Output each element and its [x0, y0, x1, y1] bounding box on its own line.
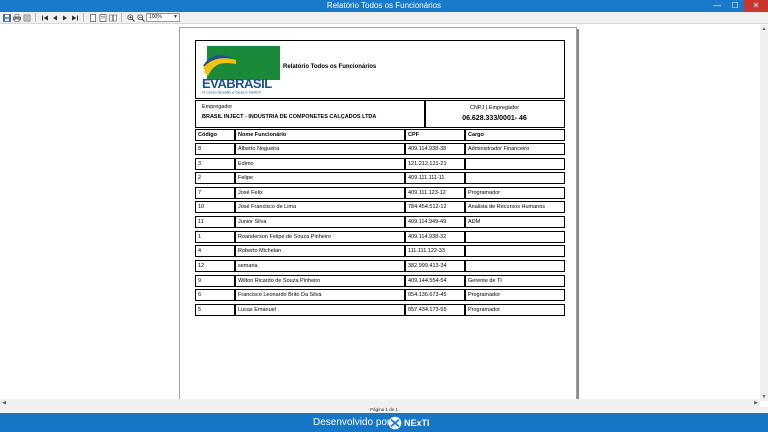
developed-by-text: Desenvolvido por	[313, 417, 391, 428]
footer-banner: Desenvolvido por NExTI	[0, 413, 768, 432]
employer-label: Empregador	[202, 104, 233, 110]
table-cell: Junior Silva	[235, 216, 405, 228]
scroll-down-icon[interactable]: ▼	[760, 393, 768, 401]
save-icon[interactable]	[2, 13, 11, 22]
report-page: EVABRASIL O nosso desafio é fazer o melh…	[179, 27, 577, 405]
company-logo: EVABRASIL O nosso desafio é fazer o melh…	[200, 46, 280, 95]
table-cell: 4	[195, 245, 235, 257]
window-title: Relatório Todos os Funcionários	[326, 1, 442, 10]
table-cell: Programador	[465, 289, 565, 301]
cnpj-value: 06.628.333/0001- 46	[462, 115, 527, 122]
column-header: Cargo	[465, 129, 565, 141]
table-cell: Felipe	[235, 172, 405, 184]
table-cell	[465, 231, 565, 243]
column-header: CPF	[405, 129, 465, 141]
table-cell: semaria	[235, 260, 405, 272]
zoom-select[interactable]: 100% ▼	[146, 13, 180, 22]
table-cell: 12	[195, 260, 235, 272]
table-cell: 054.136.673-45	[405, 289, 465, 301]
table-cell: 5	[195, 304, 235, 316]
cnpj-label: CNPJ | Empregador	[469, 105, 520, 111]
toolbar-separator	[121, 13, 122, 22]
table-cell: 1	[195, 231, 235, 243]
table-cell	[465, 158, 565, 170]
svg-text:O nosso desafio é fazer o melh: O nosso desafio é fazer o melhor	[202, 90, 262, 95]
zoom-out-icon[interactable]	[136, 13, 145, 22]
employer-box: Empregador BRASIL INJECT - INDUSTRIA DE …	[195, 100, 565, 128]
table-cell: 409.114.938-32	[405, 231, 465, 243]
zoom-in-icon[interactable]	[126, 13, 135, 22]
employer-name: BRASIL INJECT - INDUSTRIA DE COMPONETES …	[202, 114, 377, 120]
table-cell: 8	[195, 143, 235, 155]
nexti-logo: NExTI	[388, 415, 430, 430]
maximize-button[interactable]: ☐	[726, 0, 744, 12]
next-page-icon[interactable]	[60, 13, 69, 22]
toolbar-separator	[35, 13, 36, 22]
table-cell: 409.114.949-49	[405, 216, 465, 228]
table-cell: Administrador Financeiro	[465, 143, 565, 155]
nexti-icon	[388, 416, 402, 429]
nexti-brand: NExTI	[404, 417, 430, 428]
previous-page-icon[interactable]	[50, 13, 59, 22]
window-controls: — ☐ ✕	[708, 0, 768, 12]
multi-page-icon[interactable]	[108, 13, 117, 22]
table-cell: 10	[195, 201, 235, 213]
table-cell: 3	[195, 158, 235, 170]
scroll-right-icon[interactable]: ▶	[752, 399, 760, 407]
zoom-value: 100%	[149, 14, 162, 20]
table-cell: Programador	[465, 187, 565, 199]
column-header: Código	[195, 129, 235, 141]
table-cell: 111.111.122-33	[405, 245, 465, 257]
page-width-icon[interactable]	[98, 13, 107, 22]
column-header: Nome Funcionário	[235, 129, 405, 141]
table-cell: Francisco Leonardo Brito Da Silva	[235, 289, 405, 301]
table-cell: Gerente de TI	[465, 275, 565, 287]
table-cell: Analista de Recursos Humanos	[465, 201, 565, 213]
first-page-icon[interactable]	[40, 13, 49, 22]
scroll-left-icon[interactable]: ◀	[0, 399, 8, 407]
table-cell: Wilton Ricardo de Souza Pinheiro	[235, 275, 405, 287]
report-header: EVABRASIL O nosso desafio é fazer o melh…	[195, 40, 565, 99]
table-cell: Roanderson Felipe de Souza Pinheiro	[235, 231, 405, 243]
chevron-down-icon: ▼	[173, 14, 178, 20]
report-title: Relatório Todos os Funcionários	[283, 64, 377, 70]
table-cell: Programador	[465, 304, 565, 316]
report-viewer: EVABRASIL O nosso desafio é fazer o melh…	[0, 25, 768, 408]
table-cell: ADM	[465, 216, 565, 228]
table-cell	[465, 260, 565, 272]
title-bar: Relatório Todos os Funcionários — ☐ ✕	[0, 0, 768, 12]
table-cell: 11	[195, 216, 235, 228]
table-cell: Edimo	[235, 158, 405, 170]
table-cell: José Francisco de Lima	[235, 201, 405, 213]
table-cell: Roberto Michelan	[235, 245, 405, 257]
table-cell	[465, 245, 565, 257]
table-cell: 121.212.121-21	[405, 158, 465, 170]
table-cell: 7	[195, 187, 235, 199]
toolbar-separator	[83, 13, 84, 22]
vertical-scrollbar[interactable]: ▲ ▼	[760, 25, 768, 401]
last-page-icon[interactable]	[70, 13, 79, 22]
table-cell: 409.111.123-12	[405, 187, 465, 199]
table-cell	[465, 172, 565, 184]
table-cell: Lucas Emanuel	[235, 304, 405, 316]
table-cell: 409.144.554-54	[405, 275, 465, 287]
scroll-up-icon[interactable]: ▲	[760, 25, 768, 33]
table-cell: 6	[195, 289, 235, 301]
table-cell: 382.999.413-34	[405, 260, 465, 272]
table-cell: 409.111.111-11	[405, 172, 465, 184]
close-button[interactable]: ✕	[744, 0, 768, 12]
table-cell: Alberto Nogueira	[235, 143, 405, 155]
minimize-button[interactable]: —	[708, 0, 726, 12]
single-page-icon[interactable]	[88, 13, 97, 22]
table-cell: 784.454.512-12	[405, 201, 465, 213]
table-cell: 057.434.173-55	[405, 304, 465, 316]
table-cell: José Felix	[235, 187, 405, 199]
print-setup-icon[interactable]	[22, 13, 31, 22]
horizontal-scrollbar[interactable]: ◀ ▶	[0, 399, 760, 407]
toolbar: 100% ▼	[0, 12, 768, 24]
table-cell: 2	[195, 172, 235, 184]
table-cell: 409.114.938-38	[405, 143, 465, 155]
table-cell: 9	[195, 275, 235, 287]
print-icon[interactable]	[12, 13, 21, 22]
